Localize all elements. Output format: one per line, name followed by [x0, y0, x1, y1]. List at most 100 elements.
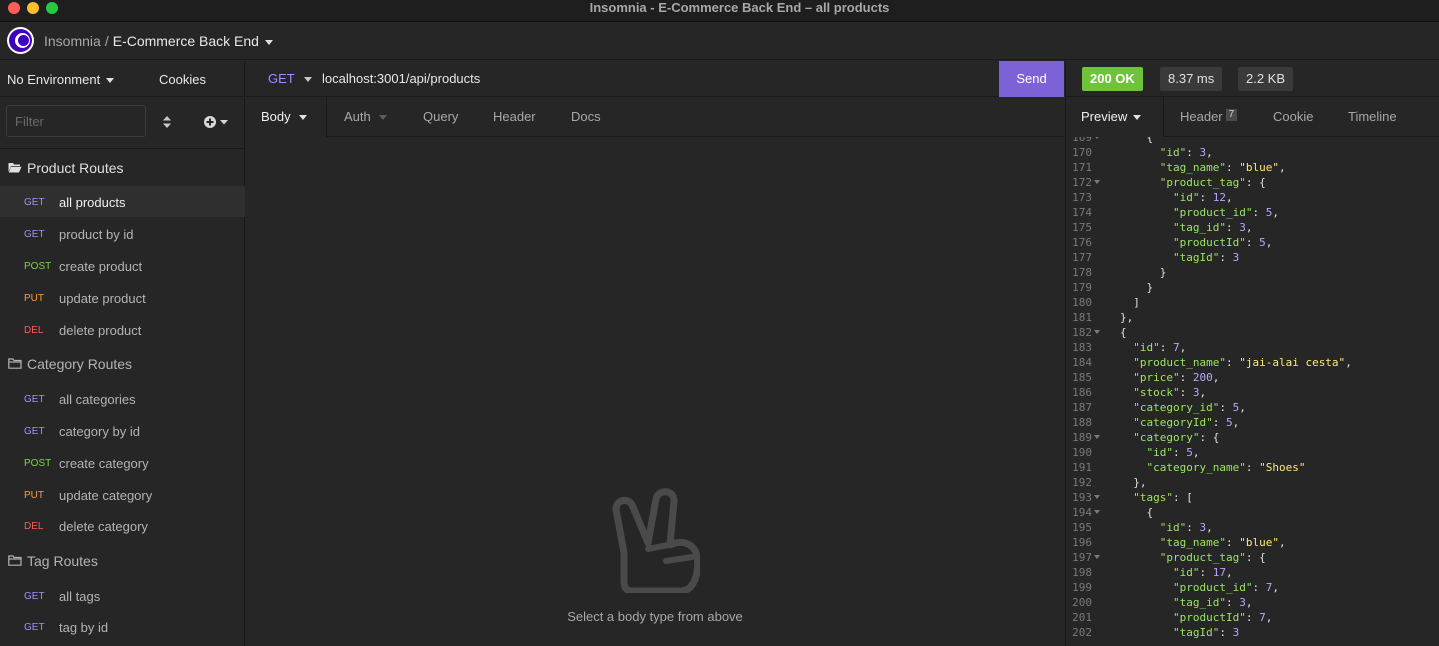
insomnia-logo-icon[interactable]: [7, 27, 34, 54]
folder-label: Product Routes: [27, 160, 124, 176]
code-line: 190 "id": 5,: [1066, 445, 1439, 460]
method-badge: GET: [24, 426, 45, 437]
request-item-update-product[interactable]: PUT update product: [0, 282, 245, 313]
window-title: Insomnia - E-Commerce Back End – all pro…: [589, 0, 890, 15]
request-item-all-tags[interactable]: GET all tags: [0, 580, 245, 611]
code-text: "tag_id": 3,: [1172, 596, 1253, 609]
folder-icon: [8, 555, 22, 566]
code-text: "tag_name": "blue",: [1159, 536, 1286, 549]
fold-toggle-icon[interactable]: [1094, 435, 1100, 439]
tab-preview[interactable]: Preview: [1081, 109, 1142, 124]
sort-icon[interactable]: [162, 115, 172, 129]
code-text: "tagId": 3: [1172, 251, 1240, 264]
tab-docs[interactable]: Docs: [571, 109, 601, 124]
folder-open-icon: [8, 163, 22, 173]
response-time-badge: 8.37 ms: [1160, 67, 1223, 91]
code-line: 189 "category": {: [1066, 430, 1439, 445]
breadcrumb-home[interactable]: Insomnia: [44, 33, 101, 49]
request-item-delete-category[interactable]: DEL delete category: [0, 510, 245, 541]
tab-body[interactable]: Body: [261, 109, 307, 124]
request-item-category-by-id[interactable]: GET category by id: [0, 415, 245, 446]
code-line: 193 "tags": [: [1066, 490, 1439, 505]
environment-row: No Environment Cookies: [0, 61, 245, 97]
request-item-delete-product[interactable]: DEL delete product: [0, 314, 245, 345]
environment-selector[interactable]: No Environment: [7, 72, 115, 87]
method-badge: POST: [24, 261, 52, 272]
code-line: 185 "price": 200,: [1066, 370, 1439, 385]
chevron-down-icon: [1133, 115, 1142, 121]
empty-body-message: Select a body type from above: [567, 609, 743, 624]
code-line: 183 "id": 7,: [1066, 340, 1439, 355]
code-text: "stock": 3,: [1133, 386, 1207, 399]
code-text: "id": 3,: [1159, 521, 1213, 534]
url-bar: GET localhost:3001/api/products Send: [246, 61, 1064, 97]
code-text: {: [1120, 506, 1154, 519]
request-label: category by id: [59, 424, 140, 439]
breadcrumb: Insomnia / E-Commerce Back End: [44, 33, 273, 49]
tab-query[interactable]: Query: [423, 109, 458, 124]
code-text: "tag_id": 3,: [1172, 221, 1253, 234]
request-item-create-category[interactable]: POST create category: [0, 447, 245, 478]
line-number: 202: [1072, 626, 1092, 639]
line-number: 196: [1072, 536, 1092, 549]
add-request-icon[interactable]: [203, 115, 229, 129]
request-label: all products: [59, 195, 126, 210]
line-number: 194: [1072, 506, 1092, 519]
request-item-all-products[interactable]: GET all products: [0, 186, 245, 217]
method-selector[interactable]: GET: [268, 71, 312, 86]
fold-toggle-icon[interactable]: [1094, 555, 1100, 559]
tab-header[interactable]: Header: [493, 109, 536, 124]
fold-toggle-icon[interactable]: [1094, 495, 1100, 499]
code-line: 196 "tag_name": "blue",: [1066, 535, 1439, 550]
request-pane: GET localhost:3001/api/products Send Bod…: [246, 61, 1064, 646]
code-line: 184 "product_name": "jai-alai cesta",: [1066, 355, 1439, 370]
tab-label: Body: [261, 109, 291, 124]
peace-hand-icon: [612, 488, 700, 593]
folder-product-routes[interactable]: Product Routes: [0, 152, 245, 184]
request-item-product-by-id[interactable]: GET product by id: [0, 218, 245, 249]
code-text: "productId": 5,: [1172, 236, 1273, 249]
code-text: "product_id": 5,: [1172, 206, 1279, 219]
request-tabs: Body Auth Query Header Docs: [246, 97, 1064, 137]
code-text: "id": 12,: [1172, 191, 1233, 204]
response-body-viewer[interactable]: 169 {170 "id": 3, 171 "tag_name": "blue",…: [1066, 137, 1439, 646]
line-number: 191: [1072, 461, 1092, 474]
method-badge: DEL: [24, 325, 44, 336]
tab-cookie[interactable]: Cookie: [1273, 109, 1313, 124]
code-text: "category_id": 5,: [1133, 401, 1246, 414]
tab-label: Header: [1180, 109, 1223, 124]
send-button[interactable]: Send: [999, 61, 1064, 97]
request-item-tag-by-id[interactable]: GET tag by id: [0, 611, 245, 642]
tab-auth[interactable]: Auth: [344, 109, 387, 124]
code-text: },: [1120, 476, 1147, 489]
request-item-all-categories[interactable]: GET all categories: [0, 383, 245, 414]
url-input[interactable]: localhost:3001/api/products: [322, 71, 480, 86]
method-badge: GET: [24, 591, 45, 602]
code-line: 181},: [1066, 310, 1439, 325]
fold-toggle-icon[interactable]: [1094, 510, 1100, 514]
code-line: 177 "tagId": 3: [1066, 250, 1439, 265]
code-line: 178 }: [1066, 265, 1439, 280]
environment-label: No Environment: [7, 72, 101, 87]
fold-toggle-icon[interactable]: [1094, 137, 1100, 139]
request-item-update-category[interactable]: PUT update category: [0, 479, 245, 510]
workspace-name: E-Commerce Back End: [112, 33, 259, 49]
line-number: 198: [1072, 566, 1092, 579]
folder-category-routes[interactable]: Category Routes: [0, 348, 245, 380]
request-item-create-product[interactable]: POST create product: [0, 250, 245, 281]
tab-response-header[interactable]: Header 7: [1180, 109, 1238, 124]
cookies-button[interactable]: Cookies: [159, 72, 206, 87]
workspace-selector[interactable]: E-Commerce Back End: [113, 33, 273, 49]
folder-tag-routes[interactable]: Tag Routes: [0, 545, 245, 577]
code-text: }: [1120, 266, 1167, 279]
fold-toggle-icon[interactable]: [1094, 330, 1100, 334]
line-number: 173: [1072, 191, 1092, 204]
fold-toggle-icon[interactable]: [1094, 180, 1100, 184]
app-header: Insomnia / E-Commerce Back End: [0, 22, 1439, 60]
line-number: 186: [1072, 386, 1092, 399]
method-badge: GET: [24, 622, 45, 633]
tab-timeline[interactable]: Timeline: [1348, 109, 1397, 124]
filter-input[interactable]: [6, 105, 146, 137]
breadcrumb-separator: /: [104, 33, 109, 49]
chevron-down-icon: [298, 115, 307, 121]
